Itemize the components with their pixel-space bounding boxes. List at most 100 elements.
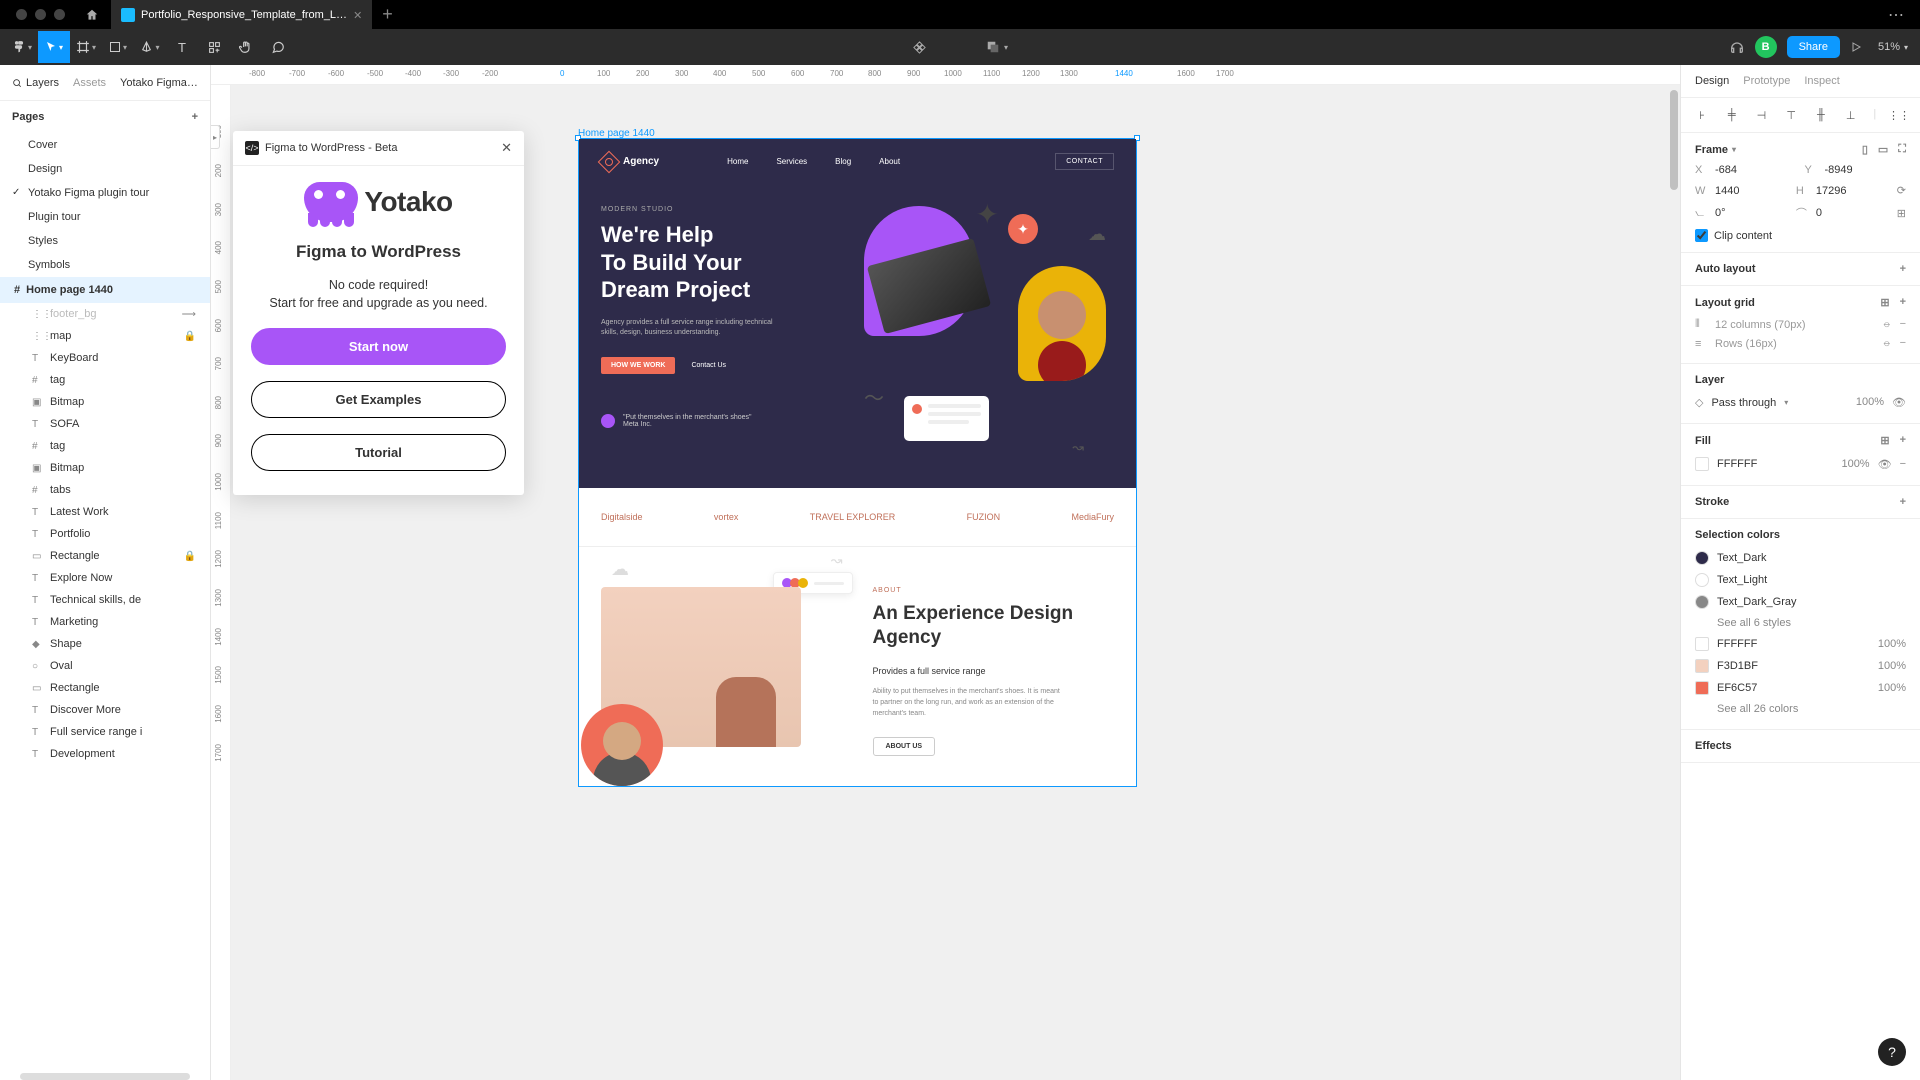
shape-tool[interactable]: ▾ — [102, 31, 134, 63]
nav-link[interactable]: Blog — [835, 157, 851, 166]
sc-name-3[interactable]: Text_Dark_Gray — [1717, 596, 1796, 608]
prototype-tab[interactable]: Prototype — [1743, 75, 1790, 87]
layer-item[interactable]: TPortfolio — [0, 523, 210, 545]
layer-item[interactable]: ⋮⋮map🔒 — [0, 325, 210, 347]
nav-link[interactable]: Home — [727, 157, 748, 166]
scol-hex-2[interactable]: F3D1BF — [1717, 660, 1758, 672]
selected-frame-header[interactable]: # Home page 1440 — [0, 277, 210, 303]
layer-item[interactable]: #tabs — [0, 479, 210, 501]
layer-item[interactable]: ⋮⋮footer_bg⟶ — [0, 303, 210, 325]
assets-tab[interactable]: Assets — [73, 77, 106, 89]
canvas-scrollbar[interactable] — [1670, 90, 1678, 190]
page-item[interactable]: Symbols — [0, 253, 210, 277]
page-item[interactable]: Design — [0, 157, 210, 181]
radius-detail-icon[interactable]: ⊞ — [1897, 207, 1906, 220]
expand-sidebar-handle[interactable]: ▸ — [211, 125, 220, 149]
clip-checkbox[interactable] — [1695, 229, 1708, 242]
see-all-colors[interactable]: See all 26 colors — [1717, 703, 1798, 715]
hand-tool[interactable] — [230, 31, 262, 63]
grid-remove-icon[interactable]: − — [1900, 318, 1906, 331]
layer-scrollbar[interactable] — [20, 1073, 190, 1080]
scol-swatch-2[interactable] — [1695, 659, 1709, 673]
blend-mode[interactable]: Pass through — [1711, 397, 1776, 409]
align-top-icon[interactable]: ⊤ — [1784, 108, 1798, 122]
traffic-max[interactable] — [54, 9, 65, 20]
x-field[interactable]: -684 — [1715, 164, 1737, 176]
layer-item[interactable]: #tag — [0, 435, 210, 457]
layers-tab[interactable]: Layers — [12, 77, 59, 89]
traffic-min[interactable] — [35, 9, 46, 20]
layer-visible-icon[interactable]: 👁 — [1892, 396, 1906, 409]
layer-item[interactable]: TLatest Work — [0, 501, 210, 523]
add-grid-icon[interactable]: + — [1900, 296, 1906, 309]
traffic-close[interactable] — [16, 9, 27, 20]
doc-name[interactable]: Yotako Figma p… — [120, 77, 198, 89]
grid-rows[interactable]: Rows (16px) — [1715, 338, 1777, 350]
mask-icon[interactable] — [949, 40, 964, 55]
tab-overflow-icon[interactable]: ⋯ — [1880, 5, 1912, 25]
layer-item[interactable]: TDevelopment — [0, 743, 210, 765]
grid-hide-icon-2[interactable]: ⦵ — [1882, 337, 1891, 350]
sc-swatch-3[interactable] — [1695, 595, 1709, 609]
layer-item[interactable]: TTechnical skills, de — [0, 589, 210, 611]
constrain-icon[interactable]: ⟳ — [1897, 184, 1906, 197]
add-tab-button[interactable]: + — [372, 4, 403, 25]
design-tab[interactable]: Design — [1695, 75, 1729, 87]
radius-field[interactable]: 0 — [1816, 207, 1822, 219]
scol-hex-3[interactable]: EF6C57 — [1717, 682, 1757, 694]
pen-tool[interactable]: ▾ — [134, 31, 166, 63]
layer-item[interactable]: TKeyBoard — [0, 347, 210, 369]
frame-type-label[interactable]: Frame — [1695, 144, 1728, 156]
file-tab[interactable]: Portfolio_Responsive_Template_from_L… ✕ — [111, 0, 372, 29]
help-button[interactable]: ? — [1878, 1038, 1906, 1066]
nav-link[interactable]: Services — [776, 157, 807, 166]
layer-item[interactable]: ○Oval — [0, 655, 210, 677]
fill-hex[interactable]: FFFFFF — [1717, 458, 1757, 470]
rotation-field[interactable]: 0° — [1715, 207, 1726, 219]
align-left-icon[interactable]: ⊦ — [1695, 108, 1709, 122]
align-vcenter-icon[interactable]: ╫ — [1814, 108, 1828, 122]
h-field[interactable]: 17296 — [1816, 185, 1847, 197]
align-right-icon[interactable]: ⊣ — [1754, 108, 1768, 122]
fill-visible-icon[interactable]: 👁 — [1878, 458, 1892, 471]
add-stroke-icon[interactable]: + — [1900, 496, 1906, 508]
scol-swatch-3[interactable] — [1695, 681, 1709, 695]
component-icon[interactable] — [912, 40, 927, 55]
layer-item[interactable]: ▣Bitmap — [0, 457, 210, 479]
y-field[interactable]: -8949 — [1825, 164, 1853, 176]
present-button[interactable] — [1850, 41, 1862, 53]
plugin-close-icon[interactable]: ✕ — [501, 140, 512, 156]
align-bottom-icon[interactable]: ⊥ — [1844, 108, 1858, 122]
get-examples-button[interactable]: Get Examples — [251, 381, 506, 418]
fill-remove-icon[interactable]: − — [1900, 458, 1906, 471]
fit-icon[interactable]: ▯ — [1862, 143, 1868, 156]
inspect-tab[interactable]: Inspect — [1804, 75, 1839, 87]
resize-fit-icon[interactable]: ⛶ — [1898, 143, 1906, 156]
contact-button[interactable]: CONTACT — [1055, 153, 1114, 170]
layer-item[interactable]: TSOFA — [0, 413, 210, 435]
share-button[interactable]: Share — [1787, 36, 1840, 58]
see-all-styles[interactable]: See all 6 styles — [1717, 617, 1791, 629]
sc-name-2[interactable]: Text_Light — [1717, 574, 1767, 586]
layer-item[interactable]: #tag — [0, 369, 210, 391]
page-item[interactable]: Cover — [0, 133, 210, 157]
nav-link[interactable]: About — [879, 157, 900, 166]
comment-tool[interactable] — [262, 31, 294, 63]
user-avatar[interactable]: B — [1755, 36, 1777, 58]
main-menu-button[interactable]: ▾ — [6, 31, 38, 63]
zoom-control[interactable]: 51%▾ — [1872, 41, 1914, 53]
layer-item[interactable]: TDiscover More — [0, 699, 210, 721]
add-autolayout-icon[interactable]: + — [1900, 263, 1906, 275]
artboard[interactable]: Agency HomeServicesBlogAbout CONTACT MOD… — [578, 138, 1137, 787]
distribute-icon[interactable]: ⋮⋮ — [1892, 108, 1906, 122]
orient-icon[interactable]: ▭ — [1878, 143, 1888, 156]
page-item[interactable]: Plugin tour — [0, 205, 210, 229]
grid-remove-icon-2[interactable]: − — [1900, 337, 1906, 350]
w-field[interactable]: 1440 — [1715, 185, 1739, 197]
fill-styles-icon[interactable]: ⊞ — [1880, 434, 1889, 447]
add-fill-icon[interactable]: + — [1900, 434, 1906, 447]
headphones-icon[interactable] — [1729, 39, 1745, 55]
about-button[interactable]: ABOUT US — [873, 737, 936, 756]
grid-columns[interactable]: 12 columns (70px) — [1715, 319, 1806, 331]
sc-swatch-1[interactable] — [1695, 551, 1709, 565]
